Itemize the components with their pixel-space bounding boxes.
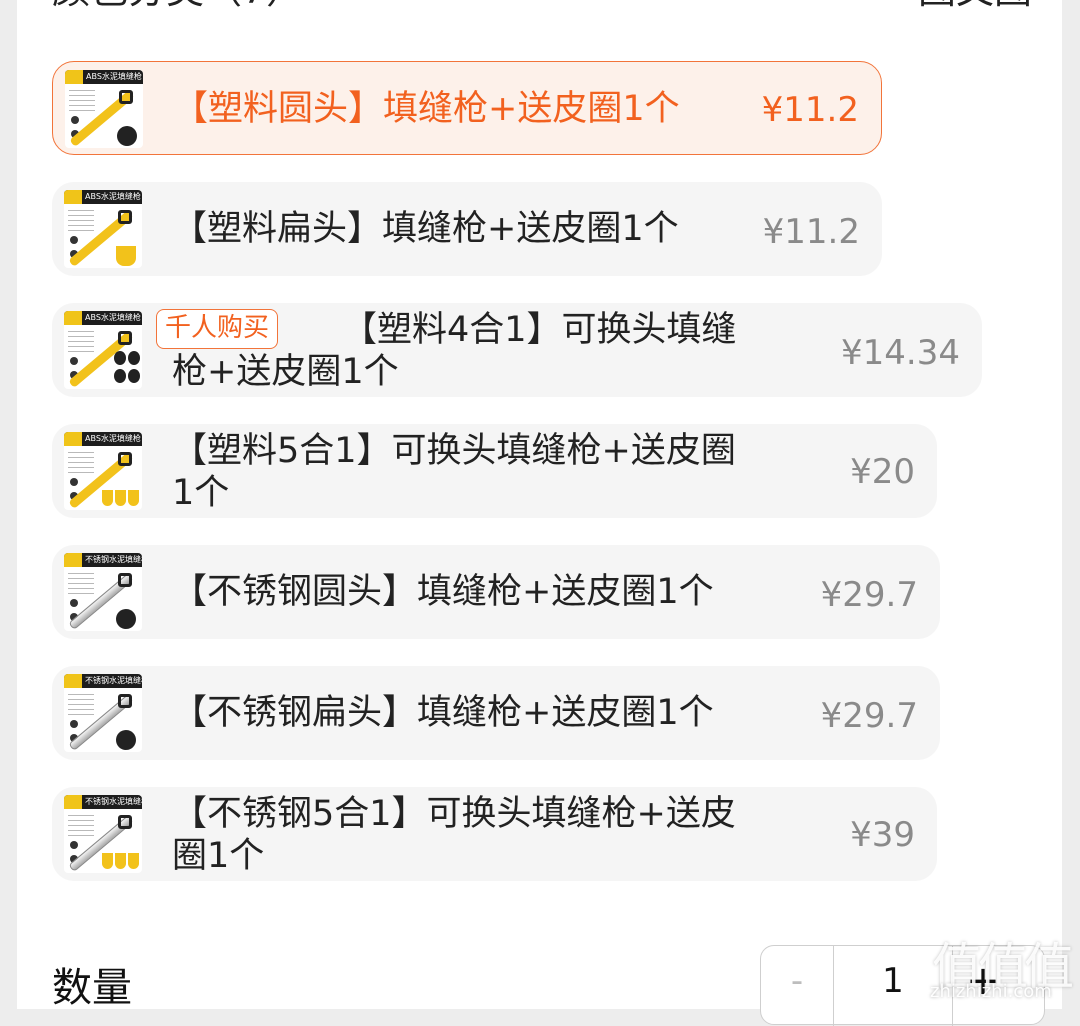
quantity-label: 数量 [52, 965, 132, 1011]
nozzle-icon [102, 490, 113, 506]
option-label: 【塑料5合1】可换头填缝枪+送皮圈 [172, 431, 736, 471]
nozzle-icon [114, 369, 126, 383]
sku-option[interactable]: ABS水泥填缝枪 【塑料扁头】填缝枪+送皮圈1个 ¥11.2 [52, 182, 882, 276]
product-thumbnail: ABS水泥填缝枪 [64, 190, 142, 268]
option-price: ¥39 [850, 815, 915, 855]
sku-option[interactable]: ABS水泥填缝枪 【塑料5合1】可换头填缝枪+送皮圈 1个 ¥20 [52, 424, 937, 518]
nozzle-icon [102, 853, 113, 869]
sku-option[interactable]: 不锈钢水泥填缝枪【不锈钢5合1】可换头填缝枪+送皮圈1个 ¥39 [52, 787, 937, 881]
option-label: 【不锈钢圆头】填缝枪+送皮圈1个 [172, 572, 714, 612]
product-thumbnail: ABS水泥填缝枪 [64, 432, 142, 510]
section-title: 颜色分类（7） [52, 0, 304, 10]
increment-button[interactable]: + [953, 946, 1013, 1026]
product-thumbnail: ABS水泥填缝枪 [64, 311, 142, 389]
thumb-tag [64, 432, 82, 446]
option-price: ¥20 [850, 452, 915, 492]
thumb-tag [65, 70, 83, 84]
thumb-tag [64, 190, 82, 204]
option-price: ¥11.2 [762, 212, 860, 252]
sku-option[interactable]: ABS水泥填缝枪 【塑料圆头】填缝枪+送皮圈1个 ¥11.2 [52, 61, 882, 155]
option-label: 1个 [172, 473, 230, 513]
option-label: 【不锈钢5合1】可换头填缝枪+送皮 [172, 794, 736, 834]
thumb-tag [64, 795, 82, 809]
nozzle-icon [116, 730, 136, 750]
nozzle-icon [128, 369, 140, 383]
thumb-tag [64, 553, 82, 567]
option-label: 圈1个 [172, 836, 265, 876]
nozzle-icon [115, 490, 126, 506]
product-thumbnail: 不锈钢水泥填缝枪 [64, 795, 142, 873]
header-right-link[interactable]: 图文图 [918, 0, 1032, 10]
nozzle-icon [116, 609, 136, 629]
sku-option[interactable]: 不锈钢水泥填缝枪【不锈钢扁头】填缝枪+送皮圈1个 ¥29.7 [52, 666, 940, 760]
nozzle-icon [128, 853, 139, 869]
option-price: ¥14.34 [841, 333, 960, 373]
option-price: ¥11.2 [761, 90, 859, 130]
option-label: 【塑料圆头】填缝枪+送皮圈1个 [173, 89, 680, 129]
option-label: 枪+送皮圈1个 [172, 352, 399, 392]
quantity-stepper: - 1 + [760, 945, 1045, 1026]
option-label: 【塑料4合1】可换头填缝 [342, 310, 737, 350]
product-thumbnail: ABS水泥填缝枪 [65, 70, 143, 148]
nozzle-icon [117, 126, 137, 146]
option-label: 【不锈钢扁头】填缝枪+送皮圈1个 [172, 693, 714, 733]
thumb-tag [64, 311, 82, 325]
decrement-button[interactable]: - [761, 946, 833, 1026]
quantity-value[interactable]: 1 [833, 946, 953, 1026]
product-thumbnail: 不锈钢水泥填缝枪 [64, 553, 142, 631]
popularity-badge: 千人购买 [156, 309, 279, 349]
sku-option[interactable]: 不锈钢水泥填缝枪【不锈钢圆头】填缝枪+送皮圈1个 ¥29.7 [52, 545, 940, 639]
option-price: ¥29.7 [820, 696, 918, 736]
option-price: ¥29.7 [820, 575, 918, 615]
product-thumbnail: 不锈钢水泥填缝枪 [64, 674, 142, 752]
section-header: 颜色分类（7） 图文图 [52, 0, 1032, 10]
nozzle-icon [115, 853, 126, 869]
thumb-tag [64, 674, 82, 688]
nozzle-icon [128, 490, 139, 506]
nozzle-icon [116, 246, 136, 266]
option-label: 【塑料扁头】填缝枪+送皮圈1个 [172, 209, 679, 249]
nozzle-icon [114, 351, 126, 365]
sku-option[interactable]: ABS水泥填缝枪 千人购买 【塑料4合1】可换头填缝 枪+送皮圈1个 ¥14.34 [52, 303, 982, 397]
nozzle-icon [128, 351, 140, 365]
